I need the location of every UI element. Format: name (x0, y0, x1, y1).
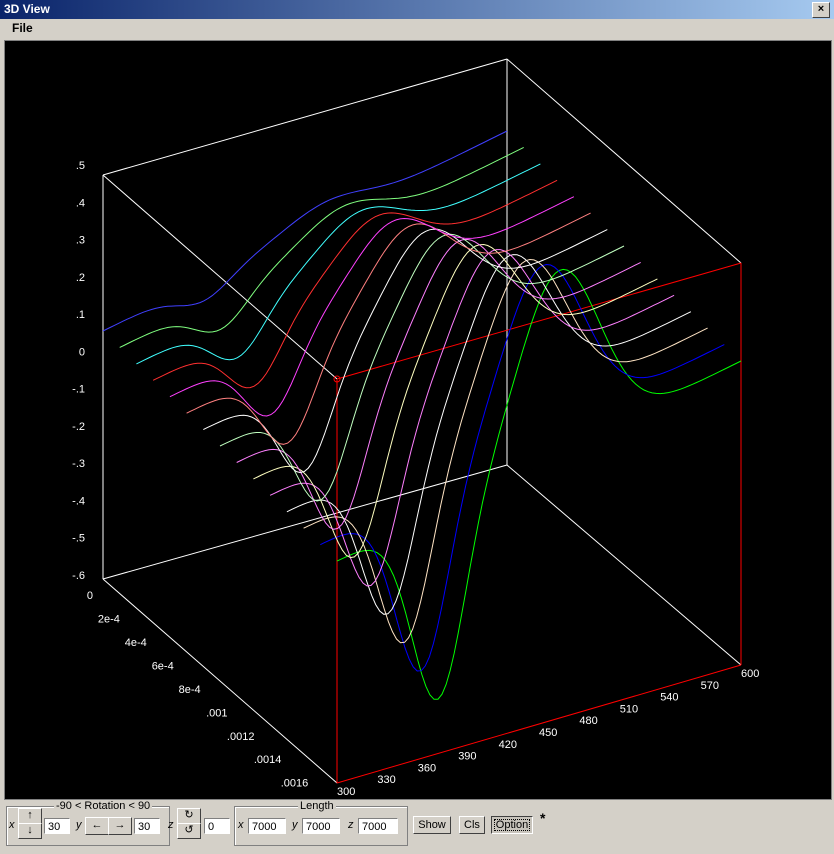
box-edge (506, 464, 742, 666)
show-button[interactable]: Show (413, 816, 451, 834)
z-tick-label: .2 (76, 272, 85, 284)
len-x-label: x (238, 819, 244, 831)
y-tick-label: 0 (87, 590, 93, 602)
z-tick-label: 0 (79, 346, 85, 358)
data-curve (253, 243, 658, 559)
x-tick-label: 300 (337, 786, 355, 798)
front-box-edge (336, 262, 742, 380)
z-tick-label: -.1 (72, 384, 85, 396)
len-x-input[interactable]: 7000 (248, 818, 286, 834)
x-tick-label: 390 (458, 751, 476, 763)
z-tick-label: .5 (76, 160, 85, 172)
box-edge (102, 578, 338, 784)
cls-button[interactable]: Cls (459, 816, 485, 834)
rot-x-down-button[interactable]: ↓ (18, 823, 42, 839)
z-tick-label: -.4 (72, 495, 85, 507)
y-tick-label: .0014 (254, 754, 282, 766)
rotation-legend: -90 < Rotation < 90 (54, 800, 153, 812)
modified-indicator: * (540, 810, 546, 826)
data-curve (203, 228, 608, 474)
x-tick-label: 480 (579, 715, 597, 727)
y-tick-label: .0016 (281, 778, 309, 790)
plot-canvas[interactable]: .5.4.3.2.1 0 -.1 -.2 -.3 -.4 -.5 -.6 0 2e-4 4e-4 6e… (4, 40, 832, 800)
rot-x-up-button[interactable]: ↑ (18, 808, 42, 824)
len-y-input[interactable]: 7000 (302, 818, 340, 834)
menu-file[interactable]: File (12, 21, 33, 35)
rot-x-input[interactable]: 30 (44, 818, 70, 834)
x-tick-label: 420 (499, 739, 517, 751)
rot-x-label: x (9, 819, 15, 831)
z-tick-label: -.5 (72, 533, 85, 545)
rot-z-input[interactable]: 0 (204, 818, 230, 834)
window-title: 3D View (4, 2, 50, 16)
box-edge (102, 174, 338, 380)
x-tick-label: 540 (660, 692, 678, 704)
plot-svg: .5.4.3.2.10-.1-.2-.3-.4-.5-.602e-44e-46e… (72, 58, 759, 798)
y-tick-label: 2e-4 (98, 613, 120, 625)
box-edge (102, 58, 508, 176)
x-tick-label: 600 (741, 668, 759, 680)
data-curve (286, 254, 692, 615)
data-curve (336, 268, 742, 700)
rot-y-right-button[interactable]: → (108, 817, 132, 835)
front-box-edge (336, 664, 742, 784)
z-tick-label: .4 (76, 197, 85, 209)
z-tick-label: -.3 (72, 458, 85, 470)
len-z-label: z (348, 819, 354, 831)
rot-y-left-button[interactable]: ← (85, 817, 109, 835)
box-edge (506, 58, 742, 264)
z-tick-label: -.6 (72, 570, 85, 582)
y-tick-label: 8e-4 (179, 684, 201, 696)
length-legend: Length (298, 800, 336, 812)
x-tick-label: 570 (701, 680, 719, 692)
x-tick-label: 450 (539, 727, 557, 739)
rot-z-ccw-button[interactable]: ↺ (177, 823, 201, 839)
x-tick-label: 510 (620, 703, 638, 715)
len-y-label: y (292, 819, 298, 831)
rot-z-label: z (168, 819, 174, 831)
y-tick-label: .0012 (227, 731, 255, 743)
control-panel: -90 < Rotation < 90 x ↑ ↓ 30 y ← → 30 z … (0, 800, 834, 854)
z-tick-label: .1 (76, 309, 85, 321)
option-button[interactable]: Option (491, 816, 533, 834)
rot-y-input[interactable]: 30 (134, 818, 160, 834)
data-curve (152, 179, 558, 389)
y-tick-label: 6e-4 (152, 660, 174, 672)
z-tick-label: .3 (76, 235, 85, 247)
y-tick-label: 4e-4 (125, 637, 147, 649)
x-tick-label: 360 (418, 762, 436, 774)
rot-z-cw-button[interactable]: ↻ (177, 808, 201, 824)
menu-bar: File (0, 19, 834, 38)
z-tick-label: -.2 (72, 421, 85, 433)
title-bar: 3D View × (0, 0, 834, 19)
rot-y-label: y (76, 819, 82, 831)
box-edge (102, 464, 508, 580)
len-z-input[interactable]: 7000 (358, 818, 398, 834)
y-tick-label: .001 (206, 707, 227, 719)
data-curve (219, 233, 625, 502)
x-tick-label: 330 (377, 774, 395, 786)
close-button[interactable]: × (812, 2, 830, 18)
